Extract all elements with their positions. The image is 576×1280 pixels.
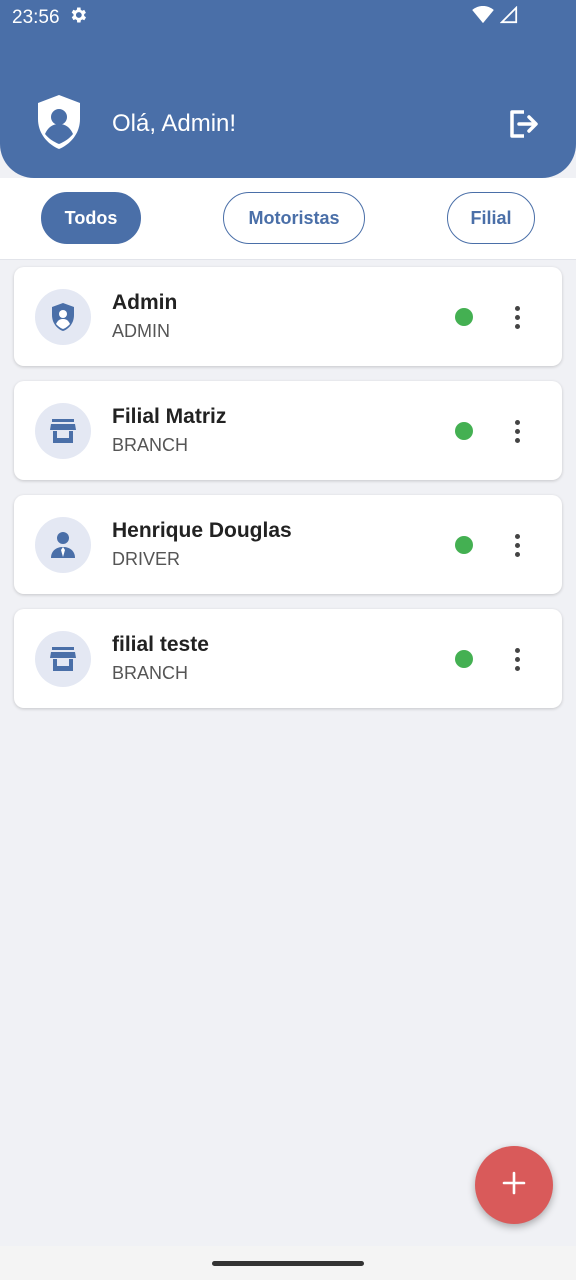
user-name: filial teste [112, 633, 209, 656]
status-time: 23:56 [12, 7, 60, 28]
shield-user-icon [35, 289, 91, 345]
user-role: ADMIN [112, 321, 170, 341]
user-card[interactable]: Admin ADMIN [14, 267, 562, 366]
plus-icon [501, 1170, 527, 1201]
status-indicator [455, 536, 473, 554]
more-options-icon[interactable] [506, 413, 528, 449]
user-card[interactable]: filial teste BRANCH [14, 609, 562, 708]
filter-chip-todos[interactable]: Todos [41, 192, 141, 244]
greeting-text: Olá, Admin! [112, 110, 237, 137]
status-indicator [455, 422, 473, 440]
shield-user-icon [34, 93, 84, 156]
wifi-icon [472, 5, 494, 30]
user-card[interactable]: Henrique Douglas DRIVER [14, 495, 562, 594]
more-options-icon[interactable] [506, 299, 528, 335]
gear-icon [68, 5, 88, 31]
more-options-icon[interactable] [506, 641, 528, 677]
app-header: 23:56 Olá, Admin! [0, 0, 576, 178]
user-role: BRANCH [112, 663, 189, 683]
store-icon [35, 403, 91, 459]
user-name: Filial Matriz [112, 405, 227, 428]
signal-icon [499, 5, 518, 30]
user-list: Admin ADMIN Filial Matriz BRANCH Henriqu… [14, 267, 562, 723]
store-icon [35, 631, 91, 687]
status-indicator [455, 308, 473, 326]
user-name: Henrique Douglas [112, 519, 292, 542]
person-tie-icon [35, 517, 91, 573]
user-name: Admin [112, 291, 178, 314]
add-user-button[interactable] [475, 1146, 553, 1224]
user-role: DRIVER [112, 549, 181, 569]
status-indicator [455, 650, 473, 668]
status-bar: 23:56 [0, 0, 576, 36]
more-options-icon[interactable] [506, 527, 528, 563]
filter-bar: Todos Motoristas Filial [0, 178, 576, 260]
system-nav-bar [0, 1246, 576, 1280]
home-gesture-handle[interactable] [212, 1260, 364, 1266]
filter-chip-motoristas[interactable]: Motoristas [223, 192, 365, 244]
logout-icon[interactable] [502, 104, 542, 144]
user-role: BRANCH [112, 435, 189, 455]
user-card[interactable]: Filial Matriz BRANCH [14, 381, 562, 480]
user-greeting-row: Olá, Admin! [34, 92, 542, 156]
filter-chip-filial[interactable]: Filial [447, 192, 535, 244]
